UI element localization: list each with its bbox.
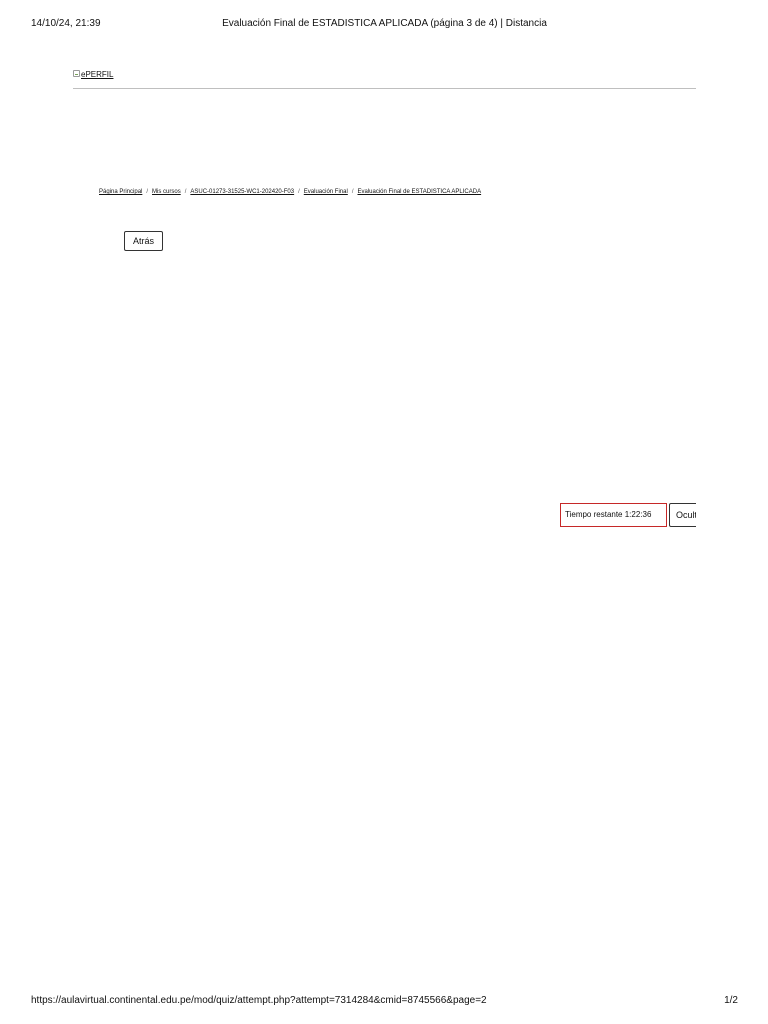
print-header: 14/10/24, 21:39 Evaluación Final de ESTA… bbox=[31, 17, 738, 31]
back-button[interactable]: Atrás bbox=[124, 231, 164, 251]
time-remaining-display: Tiempo restante 1:22:36 bbox=[560, 503, 667, 527]
breadcrumb-item-my-courses[interactable]: Mis cursos bbox=[152, 189, 181, 195]
print-page-title: Evaluación Final de ESTADISTICA APLICADA… bbox=[222, 18, 547, 29]
broken-image-icon bbox=[73, 70, 80, 77]
breadcrumb-item-home[interactable]: Página Principal bbox=[99, 189, 142, 195]
quiz-timer-row: Tiempo restante 1:22:36 Ocultar bbox=[560, 503, 696, 527]
breadcrumb-separator: / bbox=[184, 189, 187, 195]
breadcrumb-item-course[interactable]: ASUC-01273-31525-WC1-202420-F03 bbox=[190, 189, 294, 195]
logo-link[interactable]: ePERFIL bbox=[73, 70, 113, 80]
breadcrumb-separator: / bbox=[298, 189, 300, 195]
printed-page: 14/10/24, 21:39 Evaluación Final de ESTA… bbox=[0, 0, 768, 1024]
print-url: https://aulavirtual.continental.edu.pe/m… bbox=[31, 995, 487, 1006]
breadcrumb-item-quiz[interactable]: Evaluación Final de ESTADISTICA APLICADA bbox=[357, 189, 481, 195]
breadcrumb-separator: / bbox=[351, 189, 354, 195]
breadcrumb-separator: / bbox=[146, 189, 149, 195]
site-header: ePERFIL bbox=[73, 70, 696, 89]
logo-alt-text: ePERFIL bbox=[81, 70, 114, 79]
breadcrumb-item-final-evaluation[interactable]: Evaluación Final bbox=[304, 189, 348, 195]
breadcrumb: Página Principal / Mis cursos / ASUC-01273-3… bbox=[99, 187, 699, 197]
hide-timer-button[interactable]: Ocultar bbox=[669, 503, 696, 527]
print-page-number: 1/2 bbox=[724, 995, 738, 1006]
print-footer: https://aulavirtual.continental.edu.pe/m… bbox=[31, 994, 738, 1008]
